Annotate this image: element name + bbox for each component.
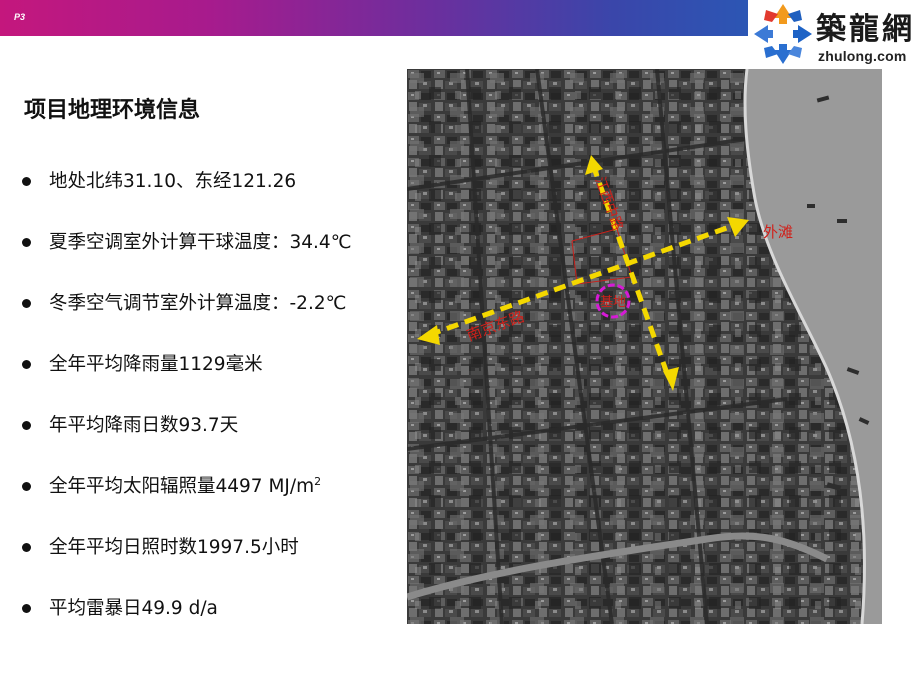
bullet-dot — [22, 360, 31, 369]
info-text: 全年平均日照时数1997.5小时 — [49, 537, 299, 558]
info-text: 平均雷暴日49.9 d/a — [49, 598, 218, 619]
info-item-solar: 全年平均太阳辐照量4497 MJ/m2 — [22, 467, 351, 528]
zhulong-logo-icon — [754, 4, 812, 64]
bullet-dot — [22, 238, 31, 247]
zhulong-logo: 築龍網 zhulong.com — [750, 0, 920, 70]
info-list: 地处北纬31.10、东经121.26 夏季空调室外计算干球温度：34.4℃ 冬季… — [22, 162, 351, 650]
site-label: 基地 — [600, 295, 626, 310]
info-item-winter-temp: 冬季空气调节室外计算温度：-2.2℃ — [22, 284, 351, 345]
info-item-thunderstorm: 平均雷暴日49.9 d/a — [22, 589, 351, 650]
info-item-rain-days: 年平均降雨日数93.7天 — [22, 406, 351, 467]
zhulong-logo-name: 築龍網 — [816, 12, 915, 47]
bullet-dot — [22, 543, 31, 552]
info-text: 地处北纬31.10、东经121.26 — [49, 171, 297, 192]
info-item-sunshine: 全年平均日照时数1997.5小时 — [22, 528, 351, 589]
page-title: 项目地理环境信息 — [24, 98, 201, 123]
bullet-dot — [22, 299, 31, 308]
info-superscript: 2 — [314, 474, 322, 488]
bund-label: 外滩 — [763, 223, 793, 241]
page-number: P3 — [14, 12, 26, 22]
bullet-dot — [22, 604, 31, 613]
info-item-summer-temp: 夏季空调室外计算干球温度：34.4℃ — [22, 223, 351, 284]
info-text: 冬季空气调节室外计算温度：-2.2℃ — [49, 293, 347, 314]
slide: P3 築龍網 zhulong.com 项目地理环境信息 地处北纬31.10、东经… — [0, 0, 920, 690]
info-item-rainfall: 全年平均降雨量1129毫米 — [22, 345, 351, 406]
info-item-location: 地处北纬31.10、东经121.26 — [22, 162, 351, 223]
satellite-map: 基地 外滩 南京东路 江西中路 — [407, 69, 882, 624]
header-bar: P3 — [0, 0, 748, 36]
info-text: 夏季空调室外计算干球温度：34.4℃ — [49, 232, 352, 253]
bullet-dot — [22, 177, 31, 186]
info-text: 全年平均降雨量1129毫米 — [49, 354, 263, 375]
zhulong-logo-url: zhulong.com — [818, 48, 907, 64]
info-text: 全年平均太阳辐照量4497 MJ/m — [49, 476, 315, 497]
bullet-dot — [22, 482, 31, 491]
bullet-dot — [22, 421, 31, 430]
info-text: 年平均降雨日数93.7天 — [49, 415, 239, 436]
